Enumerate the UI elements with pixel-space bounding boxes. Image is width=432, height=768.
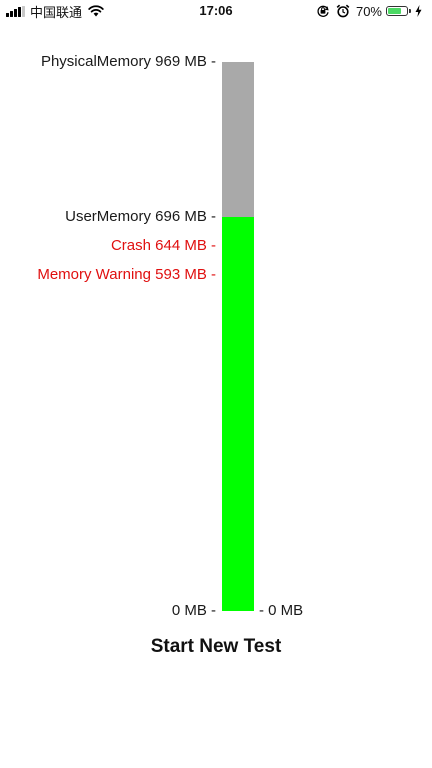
zero-mb-label: 0 MB - xyxy=(171,602,216,619)
user-memory-label: UserMemory 696 MB - xyxy=(65,207,216,225)
memory-bar xyxy=(222,62,254,611)
crash-label: Crash 644 MB - xyxy=(110,237,216,255)
memory-warning-label: Memory Warning 593 MB - xyxy=(37,266,216,284)
battery-icon xyxy=(386,6,411,16)
physical-memory-label: PhysicalMemory 969 MB - xyxy=(40,53,216,70)
alarm-icon xyxy=(336,4,350,18)
start-new-test-button[interactable]: Start New Test xyxy=(116,636,316,658)
charging-bolt-icon xyxy=(415,5,422,17)
battery-level-fill xyxy=(388,8,401,14)
screen: 中国联通 17:06 70% PhysicalMemory 969 MB - U… xyxy=(0,0,432,768)
current-usage-label: - 0 MB xyxy=(259,602,304,619)
status-bar: 中国联通 17:06 70% xyxy=(0,0,432,22)
orientation-lock-icon xyxy=(317,5,329,17)
battery-percent: 70% xyxy=(355,3,382,19)
status-right: 70% xyxy=(316,3,422,19)
user-memory-fill xyxy=(222,216,254,611)
